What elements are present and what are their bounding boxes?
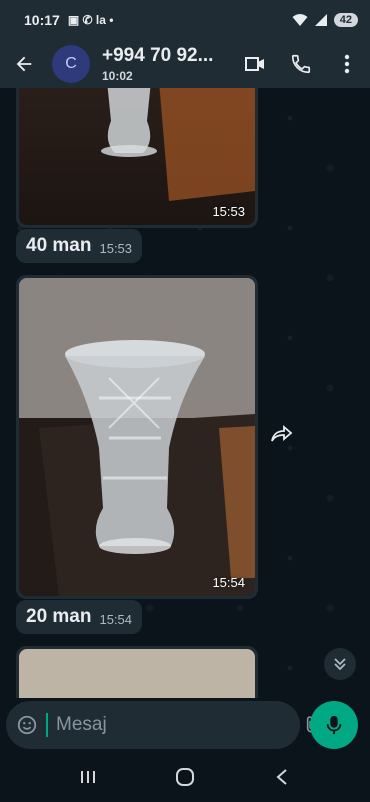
status-bar: 10:17 ▣ ✆ la • 42 <box>0 0 370 40</box>
message-input-container[interactable] <box>6 701 342 749</box>
image-message[interactable]: 15:54 <box>16 275 258 599</box>
image-message[interactable] <box>16 646 258 698</box>
forward-icon <box>271 425 293 442</box>
video-call-button[interactable] <box>232 40 278 88</box>
signal-icon <box>314 14 327 26</box>
message-photo[interactable] <box>19 649 255 698</box>
recent-apps-button[interactable] <box>68 757 108 797</box>
sticker-icon <box>17 715 37 735</box>
chevron-left-icon <box>276 769 287 785</box>
message-input[interactable] <box>46 713 301 737</box>
chat-area[interactable]: 15:53 40 man 15:53 15:54 20 man 15:54 <box>0 88 370 698</box>
recent-apps-icon <box>81 771 96 783</box>
notification-icons: ▣ ✆ la • <box>67 13 114 27</box>
text-message[interactable]: 20 man 15:54 <box>16 600 143 634</box>
battery-indicator: 42 <box>333 13 358 27</box>
message-time: 15:53 <box>99 241 133 256</box>
text-message[interactable]: 40 man 15:53 <box>16 229 143 263</box>
vase-image <box>19 278 255 596</box>
message-photo[interactable]: 15:53 <box>19 88 255 225</box>
scroll-to-bottom-button[interactable] <box>324 648 356 680</box>
message-time: 15:53 <box>212 204 245 219</box>
system-back-button[interactable] <box>262 757 302 797</box>
contact-name: +994 70 92... <box>102 45 214 66</box>
back-button[interactable] <box>0 40 48 88</box>
phone-icon <box>291 54 311 74</box>
message-text: 20 man <box>26 606 92 627</box>
voice-call-button[interactable] <box>278 40 324 88</box>
home-button[interactable] <box>165 757 205 797</box>
message-photo[interactable]: 15:54 <box>19 278 255 596</box>
double-chevron-down-icon <box>334 658 346 671</box>
sticker-button[interactable] <box>16 705 38 745</box>
system-navigation-bar <box>0 752 370 802</box>
more-vertical-icon <box>344 54 350 74</box>
contact-subtitle: 10:02 <box>102 69 133 83</box>
voice-record-button[interactable] <box>310 701 358 749</box>
wifi-icon <box>292 14 308 26</box>
message-time: 15:54 <box>99 612 133 627</box>
forward-button[interactable] <box>266 418 298 450</box>
image-message[interactable]: 15:53 <box>16 88 258 228</box>
home-icon <box>175 768 194 786</box>
contact-info[interactable]: +994 70 92... 10:02 <box>102 45 213 83</box>
microphone-icon <box>326 715 342 735</box>
more-options-button[interactable] <box>324 40 370 88</box>
arrow-left-icon <box>16 56 32 72</box>
message-text: 40 man <box>26 235 92 256</box>
message-time: 15:54 <box>212 575 245 590</box>
message-composer <box>0 698 370 752</box>
status-time: 10:17 <box>24 12 60 28</box>
avatar[interactable]: C <box>52 45 90 83</box>
chat-header: C +994 70 92... 10:02 <box>0 40 370 88</box>
video-call-icon <box>245 57 264 71</box>
